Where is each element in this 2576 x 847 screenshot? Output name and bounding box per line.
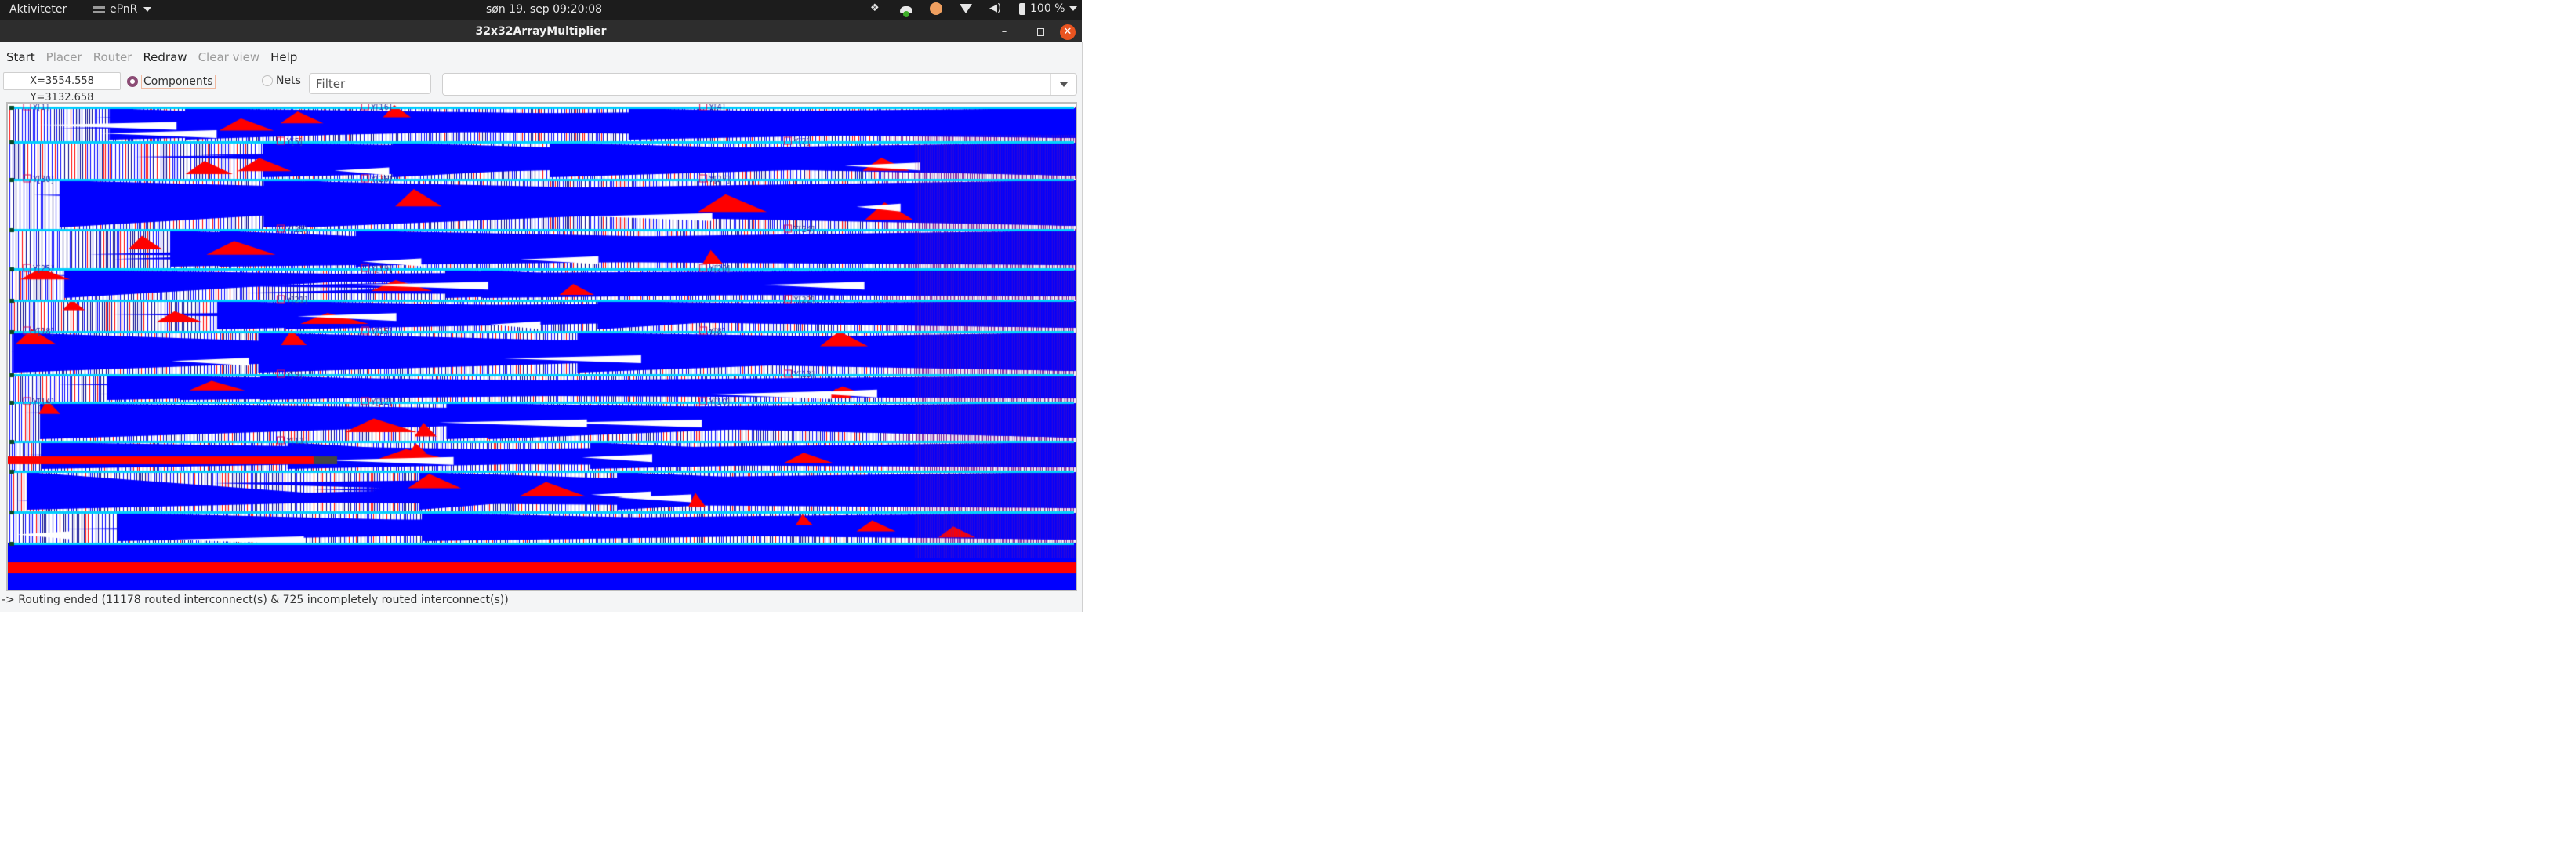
activities-button[interactable]: Aktiviteter <box>9 3 67 16</box>
close-button[interactable]: ✕ <box>1060 24 1076 40</box>
app-name: ePnR <box>110 3 138 16</box>
app-menu[interactable]: ePnR <box>93 3 152 16</box>
cloud-sync-icon[interactable] <box>900 5 912 17</box>
menu-redraw[interactable]: Redraw <box>143 50 187 64</box>
menu-placer[interactable]: Placer <box>46 50 82 64</box>
system-top-bar: Aktiviteter ePnR søn 19. sep 09:20:08 ❖ … <box>0 0 1082 20</box>
minimize-icon: – <box>1001 26 1007 38</box>
coordinate-readout: X=3554.558 Y=3132.658 <box>3 72 121 104</box>
status-bar: -> Routing ended (11178 routed interconn… <box>0 591 1083 609</box>
battery-indicator[interactable]: 100 % <box>1019 2 1078 15</box>
menu-help[interactable]: Help <box>270 50 297 64</box>
nets-label: Nets <box>276 75 301 87</box>
restore-icon <box>1036 28 1044 36</box>
filter-input[interactable]: Filter <box>309 73 431 94</box>
maximize-button[interactable] <box>1033 25 1047 39</box>
nets-radio[interactable]: Nets <box>262 75 301 87</box>
system-tray: ❖ ◀) 100 % <box>870 2 1078 17</box>
chevron-down-icon[interactable] <box>1050 74 1076 95</box>
close-icon: ✕ <box>1063 26 1072 38</box>
app-indicator-icon[interactable] <box>930 2 942 15</box>
components-radio[interactable]: Components <box>127 75 216 89</box>
routing-canvas[interactable] <box>6 102 1077 591</box>
radio-unselected-icon <box>262 75 273 86</box>
menu-bar: Start Placer Router Redraw Clear view He… <box>6 50 297 64</box>
radio-selected-icon <box>127 76 138 87</box>
chevron-down-icon <box>143 7 152 12</box>
components-label: Components <box>141 75 216 89</box>
chevron-down-icon <box>1069 6 1078 11</box>
app-window: Start Placer Router Redraw Clear view He… <box>0 42 1083 612</box>
volume-icon[interactable]: ◀) <box>989 2 1002 15</box>
clock[interactable]: søn 19. sep 09:20:08 <box>486 3 602 16</box>
dropbox-icon[interactable]: ❖ <box>870 2 883 15</box>
minimize-button[interactable]: – <box>997 25 1011 39</box>
battery-icon <box>1019 2 1025 15</box>
selection-dropdown[interactable] <box>442 73 1077 96</box>
menu-start[interactable]: Start <box>6 50 35 64</box>
menu-router[interactable]: Router <box>93 50 132 64</box>
routing-drawing[interactable] <box>8 104 1076 590</box>
toolbar: X=3554.558 Y=3132.658 Components Nets Fi… <box>3 72 1079 104</box>
battery-percent: 100 % <box>1030 2 1065 15</box>
app-icon <box>93 5 105 13</box>
wifi-icon[interactable] <box>960 4 972 13</box>
window-title-bar: 32x32ArrayMultiplier – ✕ <box>0 20 1082 42</box>
menu-clear-view[interactable]: Clear view <box>198 50 260 64</box>
window-title: 32x32ArrayMultiplier <box>475 25 607 38</box>
